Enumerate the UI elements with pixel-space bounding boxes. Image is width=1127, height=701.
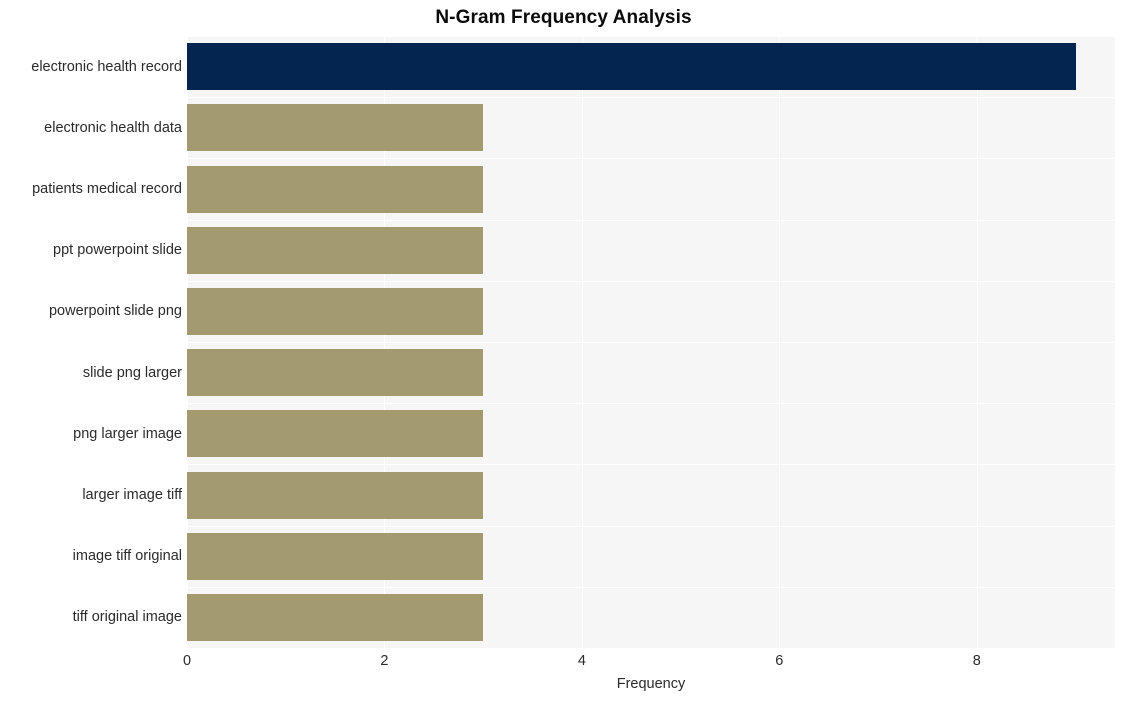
bar[interactable] [187, 287, 484, 335]
x-axis-tick-label: 0 [182, 653, 192, 669]
bar[interactable] [187, 226, 484, 274]
chart-title: N-Gram Frequency Analysis [435, 7, 692, 28]
bar[interactable] [187, 165, 484, 213]
y-axis-tick-label: larger image tiff [82, 487, 182, 503]
gridline-horizontal [187, 36, 1115, 37]
x-axis-tick-label: 8 [972, 653, 981, 669]
y-axis-tick-label: tiff original image [72, 609, 182, 626]
gridline-horizontal [187, 526, 1115, 527]
bar[interactable] [187, 410, 484, 458]
ngram-frequency-chart: N-Gram Frequency Analysis electronic hea… [0, 0, 1127, 701]
x-axis-title: Frequency [616, 676, 686, 692]
gridline-horizontal [187, 220, 1115, 221]
y-axis-tick-label: ppt powerpoint slide [53, 242, 182, 259]
x-axis-tick-label: 6 [775, 653, 784, 669]
gridline-horizontal [187, 587, 1115, 588]
gridline-horizontal [187, 342, 1115, 343]
bar[interactable] [187, 43, 1076, 91]
bar[interactable] [187, 593, 484, 641]
y-axis-tick-label: electronic health data [44, 119, 182, 136]
plot-area [187, 36, 1115, 649]
bar[interactable] [187, 104, 484, 152]
y-axis-tick-label: image tiff original [72, 548, 182, 565]
x-axis-tick-label: 4 [577, 653, 586, 669]
y-axis-tick-label: slide png larger [82, 364, 182, 381]
y-axis-tick-label: png larger image [73, 425, 182, 442]
y-axis-tick-label: patients medical record [32, 181, 182, 197]
gridline-horizontal [187, 464, 1115, 465]
gridline-horizontal [187, 97, 1115, 98]
y-axis-tick-label: electronic health record [31, 58, 182, 75]
gridline-horizontal [187, 403, 1115, 404]
gridline-horizontal [187, 158, 1115, 159]
gridline-horizontal [187, 281, 1115, 282]
bar[interactable] [187, 471, 484, 519]
bar[interactable] [187, 349, 484, 397]
bar[interactable] [187, 532, 484, 580]
y-axis-tick-label: powerpoint slide png [48, 303, 182, 320]
gridline-horizontal [187, 648, 1115, 649]
x-axis-tick-label: 2 [380, 653, 389, 669]
